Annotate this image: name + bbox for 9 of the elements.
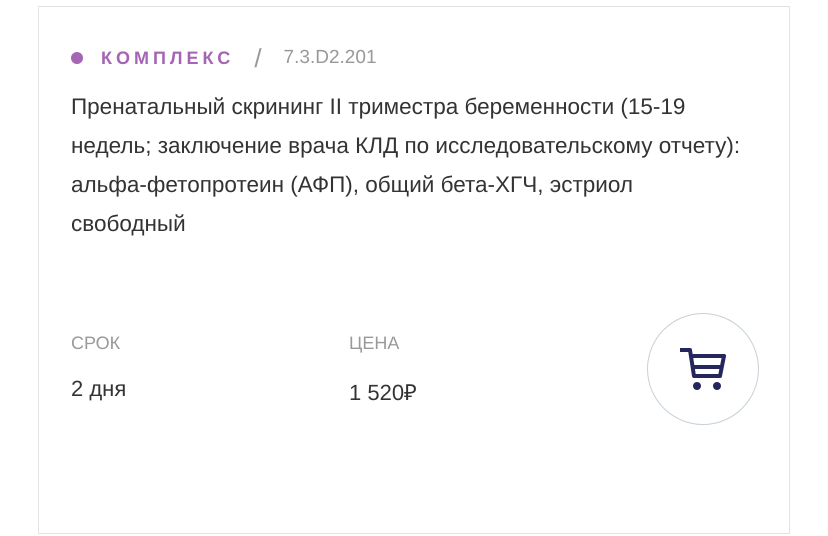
- separator: /: [254, 42, 262, 74]
- field-label: СРОК: [71, 332, 122, 354]
- analysis-title: Пренатальный скрининг II триместра беременности (15-19 недель; заключение врача КЛД по исследовательскому отчету): альфа-фетопротеин (АФП), общий бета-ХГЧ, эстриол свободный: [71, 93, 741, 238]
- field-value: 1 520₽: [349, 378, 418, 406]
- field-value: 2 дня: [71, 376, 128, 402]
- cart-icon: [678, 346, 728, 392]
- field-label: ЦЕНА: [349, 332, 400, 354]
- analysis-code: 7.3.D2.201: [284, 47, 377, 69]
- category-label: КОМПЛЕКС: [101, 48, 234, 68]
